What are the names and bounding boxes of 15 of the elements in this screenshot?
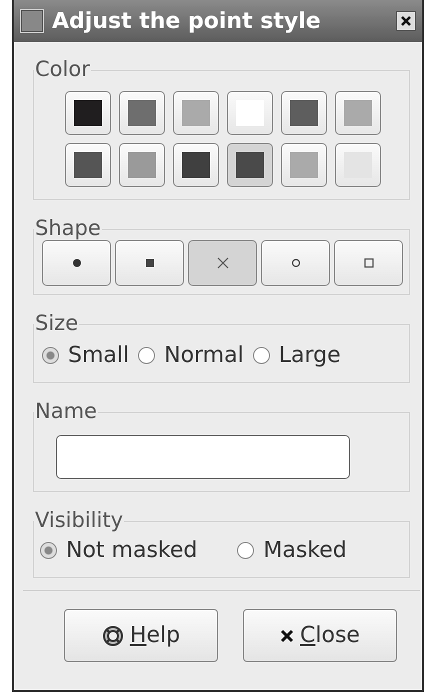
window-title: Adjust the point style [52,8,322,34]
radio-label: Large [278,343,341,368]
radio-label: Normal [164,343,244,368]
group-label: Shape [34,216,102,240]
close-button[interactable]: Close [243,609,397,662]
radio-option[interactable]: Not masked [40,538,198,563]
radio-option[interactable]: Masked [237,538,347,563]
radio-option[interactable]: Normal [138,343,244,368]
radio-option[interactable]: Large [252,343,341,368]
radio-label: Not masked [66,538,198,563]
help-button[interactable]: Help [64,609,218,662]
radio-label: Small [68,343,130,368]
radio-label: Masked [263,538,347,563]
radio-option[interactable]: Small [42,343,130,368]
group-label: Visibility [34,508,124,532]
